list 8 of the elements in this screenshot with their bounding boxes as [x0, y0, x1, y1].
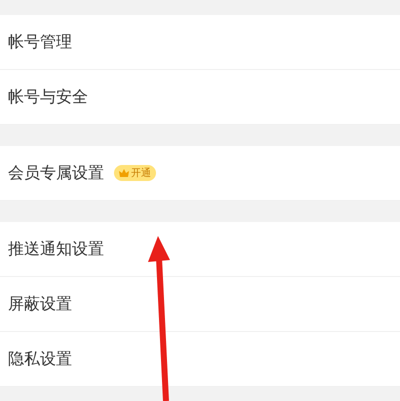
row-label: 隐私设置: [8, 348, 72, 370]
row-label: 会员专属设置: [8, 162, 104, 184]
row-label: 帐号管理: [8, 31, 72, 53]
crown-icon: [119, 169, 129, 177]
row-label: 推送通知设置: [8, 238, 104, 260]
vip-badge: 开通: [114, 165, 156, 181]
row-label: 屏蔽设置: [8, 293, 72, 315]
row-label: 帐号与安全: [8, 86, 88, 108]
